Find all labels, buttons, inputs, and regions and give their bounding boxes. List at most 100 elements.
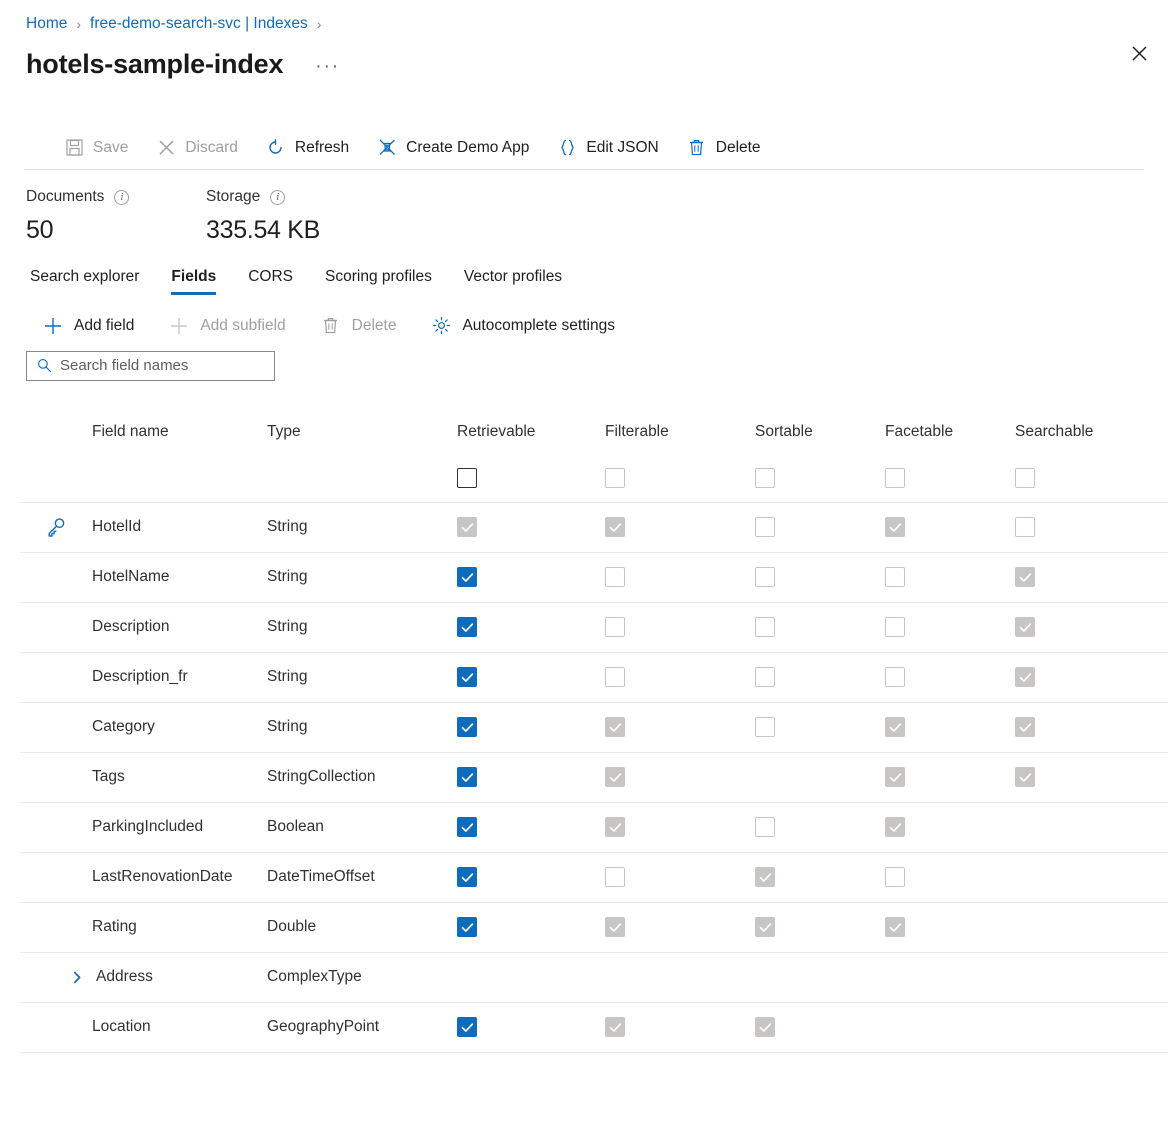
searchable-cell bbox=[1015, 567, 1135, 587]
searchable-cell bbox=[1015, 717, 1135, 737]
select-all-searchable-cell bbox=[1015, 468, 1135, 488]
info-icon[interactable]: i bbox=[270, 190, 285, 205]
facetable-checkbox[interactable] bbox=[885, 567, 905, 587]
table-row[interactable]: RatingDouble bbox=[20, 903, 1168, 953]
facetable-cell bbox=[885, 517, 1015, 537]
facetable-cell bbox=[885, 917, 1015, 937]
tab-vector-profiles[interactable]: Vector profiles bbox=[448, 268, 578, 295]
table-row[interactable]: ParkingIncludedBoolean bbox=[20, 803, 1168, 853]
breadcrumb-separator: › bbox=[317, 16, 322, 32]
autocomplete-settings-label: Autocomplete settings bbox=[462, 317, 615, 335]
sortable-checkbox[interactable] bbox=[755, 717, 775, 737]
filterable-checkbox[interactable] bbox=[605, 667, 625, 687]
retrievable-checkbox[interactable] bbox=[457, 767, 477, 787]
filterable-cell bbox=[605, 517, 755, 537]
delete-field-button[interactable]: Delete bbox=[316, 309, 409, 343]
facetable-checkbox[interactable] bbox=[885, 667, 905, 687]
stat-storage: Storage i 335.54 KB bbox=[206, 188, 320, 245]
search-field-names-wrapper bbox=[0, 343, 1168, 381]
search-box[interactable] bbox=[26, 351, 275, 381]
add-field-button[interactable]: Add field bbox=[38, 309, 146, 343]
select-all-filterable-checkbox[interactable] bbox=[605, 468, 625, 488]
info-icon[interactable]: i bbox=[114, 190, 129, 205]
delete-label: Delete bbox=[716, 139, 761, 157]
retrievable-cell bbox=[457, 617, 605, 637]
stats-summary: Documents i 50 Storage i 335.54 KB bbox=[0, 170, 1168, 245]
breadcrumb-item-service-indexes[interactable]: free-demo-search-svc | Indexes bbox=[90, 15, 308, 33]
field-type-label: String bbox=[267, 668, 457, 686]
filterable-checkbox[interactable] bbox=[605, 567, 625, 587]
field-type-label: String bbox=[267, 518, 457, 536]
searchable-cell bbox=[1015, 517, 1135, 537]
retrievable-cell bbox=[457, 517, 605, 537]
retrievable-checkbox[interactable] bbox=[457, 567, 477, 587]
filterable-cell bbox=[605, 567, 755, 587]
add-subfield-button[interactable]: Add subfield bbox=[164, 309, 297, 343]
retrievable-checkbox[interactable] bbox=[457, 617, 477, 637]
sortable-cell bbox=[755, 817, 885, 837]
grid-header-filterable: Filterable bbox=[605, 423, 755, 441]
facetable-checkbox[interactable] bbox=[885, 867, 905, 887]
retrievable-checkbox[interactable] bbox=[457, 717, 477, 737]
select-all-sortable-cell bbox=[755, 468, 885, 488]
sortable-checkbox[interactable] bbox=[755, 817, 775, 837]
edit-json-button[interactable]: Edit JSON bbox=[553, 133, 668, 163]
select-all-sortable-checkbox[interactable] bbox=[755, 468, 775, 488]
filterable-checkbox bbox=[605, 517, 625, 537]
table-row[interactable]: TagsStringCollection bbox=[20, 753, 1168, 803]
facetable-cell bbox=[885, 617, 1015, 637]
select-all-retrievable-checkbox[interactable] bbox=[457, 468, 477, 488]
table-row[interactable]: AddressComplexType bbox=[20, 953, 1168, 1003]
tab-fields[interactable]: Fields bbox=[155, 268, 232, 295]
select-all-searchable-checkbox[interactable] bbox=[1015, 468, 1035, 488]
fields-grid: Field name Type Retrievable Filterable S… bbox=[20, 409, 1168, 1053]
field-type-label: String bbox=[267, 618, 457, 636]
create-demo-app-button[interactable]: Create Demo App bbox=[373, 133, 539, 163]
filterable-checkbox[interactable] bbox=[605, 617, 625, 637]
select-all-facetable-checkbox[interactable] bbox=[885, 468, 905, 488]
grid-body: HotelIdStringHotelNameStringDescriptionS… bbox=[20, 503, 1168, 1053]
sortable-cell bbox=[755, 517, 885, 537]
autocomplete-settings-button[interactable]: Autocomplete settings bbox=[426, 309, 627, 343]
sortable-checkbox[interactable] bbox=[755, 567, 775, 587]
close-button[interactable] bbox=[1122, 36, 1156, 70]
tab-search-explorer[interactable]: Search explorer bbox=[26, 268, 155, 295]
expand-row-button[interactable] bbox=[66, 966, 88, 988]
table-row[interactable]: CategoryString bbox=[20, 703, 1168, 753]
plus-icon bbox=[168, 315, 190, 337]
sortable-checkbox[interactable] bbox=[755, 617, 775, 637]
field-name-cell: HotelName bbox=[92, 568, 267, 586]
refresh-button[interactable]: Refresh bbox=[262, 133, 359, 163]
facetable-checkbox[interactable] bbox=[885, 617, 905, 637]
retrievable-checkbox[interactable] bbox=[457, 867, 477, 887]
table-row[interactable]: LocationGeographyPoint bbox=[20, 1003, 1168, 1053]
save-button[interactable]: Save bbox=[60, 133, 138, 163]
field-name-label: Tags bbox=[92, 768, 125, 786]
field-name-label: LastRenovationDate bbox=[92, 868, 232, 886]
tab-scoring-profiles[interactable]: Scoring profiles bbox=[309, 268, 448, 295]
retrievable-checkbox[interactable] bbox=[457, 667, 477, 687]
field-type-label: DateTimeOffset bbox=[267, 868, 457, 886]
retrievable-checkbox[interactable] bbox=[457, 917, 477, 937]
table-row[interactable]: DescriptionString bbox=[20, 603, 1168, 653]
table-row[interactable]: LastRenovationDate DateTimeOffset bbox=[20, 853, 1168, 903]
table-row[interactable]: HotelNameString bbox=[20, 553, 1168, 603]
field-name-cell: Description_fr bbox=[92, 668, 267, 686]
add-field-label: Add field bbox=[74, 317, 134, 335]
delete-button[interactable]: Delete bbox=[683, 133, 771, 163]
filterable-checkbox[interactable] bbox=[605, 867, 625, 887]
retrievable-checkbox[interactable] bbox=[457, 1017, 477, 1037]
searchable-checkbox bbox=[1015, 667, 1035, 687]
more-options-button[interactable]: ··· bbox=[309, 52, 346, 82]
tab-cors[interactable]: CORS bbox=[232, 268, 309, 295]
field-type-label: ComplexType bbox=[267, 968, 457, 986]
table-row[interactable]: HotelIdString bbox=[20, 503, 1168, 553]
breadcrumb-item-home[interactable]: Home bbox=[26, 15, 67, 33]
facetable-checkbox bbox=[885, 767, 905, 787]
search-input[interactable] bbox=[60, 357, 274, 374]
sortable-checkbox[interactable] bbox=[755, 667, 775, 687]
retrievable-checkbox[interactable] bbox=[457, 817, 477, 837]
table-row[interactable]: Description_frString bbox=[20, 653, 1168, 703]
sortable-cell bbox=[755, 667, 885, 687]
discard-button[interactable]: Discard bbox=[152, 133, 248, 163]
